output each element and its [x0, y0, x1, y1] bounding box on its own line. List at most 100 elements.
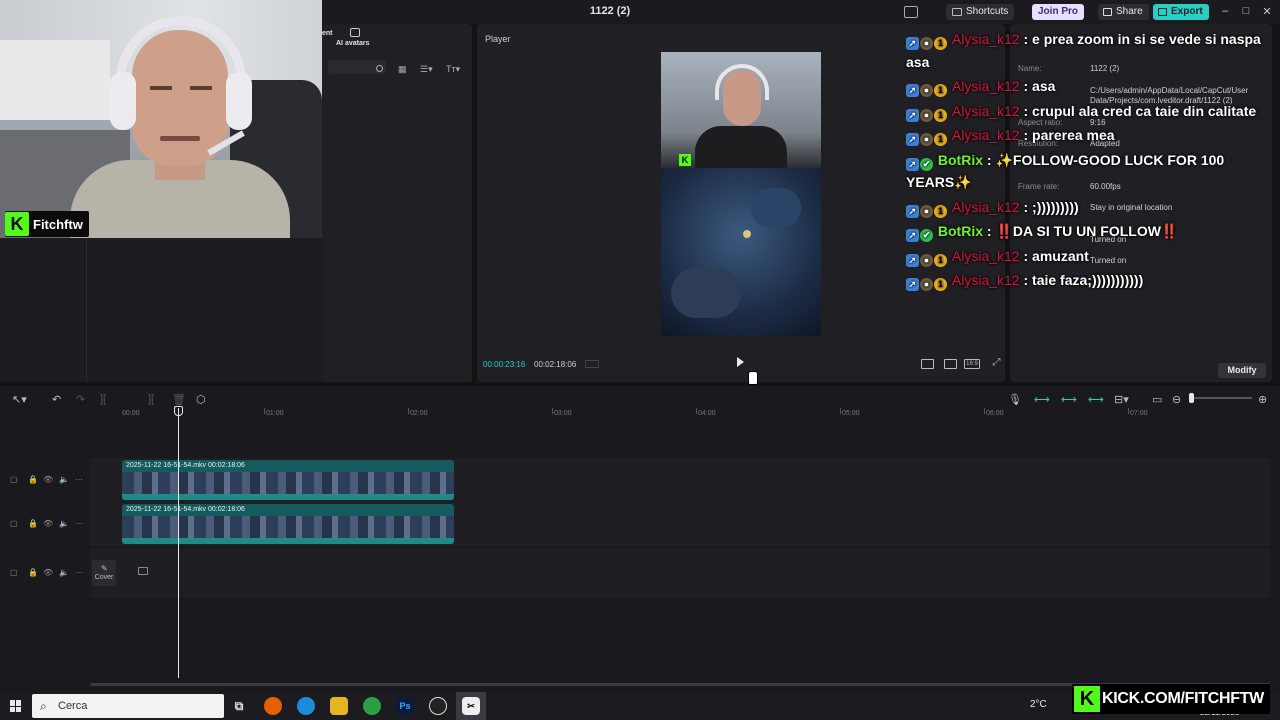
tab-ai-avatars[interactable]: AI avatars [336, 40, 369, 47]
eye-icon[interactable]: 👁 [43, 568, 53, 577]
split-icon[interactable]: ][ [100, 393, 106, 405]
preview-person-body [695, 126, 787, 170]
mic-icon[interactable]: 🎙 [1008, 393, 1022, 406]
refresh-icon[interactable] [376, 65, 383, 72]
volume-icon[interactable]: 🔈 [59, 475, 69, 484]
hand-cursor-icon [748, 371, 758, 385]
maximize-button[interactable]: □ [1239, 5, 1253, 17]
tab-partial[interactable]: ent [322, 30, 333, 37]
coin-badge-icon: ● [920, 253, 933, 267]
track-hide-icon[interactable]: ▢ [10, 519, 18, 528]
ruler-label: 00:00 [122, 410, 140, 417]
layout-icon[interactable] [904, 6, 918, 18]
check-badge-icon: ✔ [920, 157, 933, 171]
filter-icon[interactable]: Tᴛ▾ [446, 64, 460, 75]
edge-icon[interactable] [297, 697, 315, 715]
ruler-tick [552, 408, 553, 414]
share-button[interactable]: Share [1098, 4, 1149, 20]
clip-label: 2025-11-22 16-51-54.mkv 00:02:18:06 [126, 506, 245, 513]
photoshop-icon[interactable]: Ps [396, 697, 414, 715]
eye-icon[interactable]: 👁 [43, 519, 53, 528]
one-badge-icon: 1 [934, 108, 947, 122]
split-right-icon[interactable]: ][ [148, 393, 154, 405]
timecode-icon[interactable] [585, 360, 599, 368]
chat-username: Alysia_k12 [951, 247, 1020, 264]
preview-kick-icon: K [679, 154, 691, 166]
file-explorer-icon[interactable] [330, 697, 348, 715]
preview-axis-icon[interactable]: ⟷ [1088, 393, 1104, 406]
chat-username: Alysia_k12 [951, 31, 1020, 47]
main-track[interactable] [90, 548, 1270, 598]
video-preview[interactable]: K [661, 52, 821, 336]
zoom-out-icon[interactable]: ⊖ [1172, 393, 1181, 406]
link-icon[interactable]: ⟷ [1034, 393, 1050, 406]
export-button[interactable]: Export [1153, 4, 1209, 20]
redo-icon[interactable]: ↷ [76, 393, 85, 406]
zoom-in-icon[interactable]: ⊕ [1258, 393, 1267, 406]
coin-badge-icon: ● [920, 108, 933, 122]
ruler-label: 06:00 [986, 410, 1004, 417]
volume-icon[interactable]: 🔈 [59, 568, 69, 577]
zoom-slider-handle[interactable] [1189, 393, 1194, 403]
chat-username: Alysia_k12 [951, 272, 1020, 288]
pencil-icon: ✎ [101, 564, 108, 573]
windows-start-icon[interactable] [10, 700, 22, 712]
playhead-handle[interactable] [174, 406, 183, 416]
minimize-button[interactable]: – [1218, 5, 1232, 17]
video-clip-2[interactable]: 2025-11-22 16-51-54.mkv 00:02:18:06 [122, 504, 454, 544]
ai-avatar-icon [350, 28, 360, 37]
streamer-name-tag: K Fitchftw [5, 211, 89, 237]
join-pro-button[interactable]: Join Pro [1032, 4, 1085, 20]
weather-temp[interactable]: 2°C [1030, 699, 1047, 710]
chrome-icon[interactable] [363, 697, 381, 715]
sort-icon[interactable]: ☰▾ [420, 64, 433, 75]
cover-button[interactable]: ✎ Cover [92, 560, 116, 586]
shortcuts-button[interactable]: Shortcuts [946, 4, 1015, 20]
ratio-button[interactable]: 16:9 [964, 359, 980, 369]
kick-url-banner: K KICK.COM/FITCHFTW [1072, 684, 1270, 714]
modify-button[interactable]: Modify [1218, 363, 1266, 378]
share-icon [1103, 8, 1112, 16]
zoom-slider[interactable] [1190, 397, 1252, 399]
one-badge-icon: 1 [934, 133, 947, 146]
snap-icon[interactable]: ⟷ [1061, 393, 1077, 406]
select-tool-icon[interactable]: ↖▾ [12, 393, 27, 406]
more-icon[interactable]: ⋯ [75, 475, 83, 484]
eye-icon[interactable]: 👁 [43, 475, 53, 484]
fullscreen-icon[interactable]: ⤢ [990, 358, 1003, 369]
marker-icon[interactable]: ⬡ [196, 393, 206, 406]
track-hide-icon[interactable]: ▢ [10, 568, 18, 577]
quality-icon[interactable] [921, 359, 934, 369]
layout-toggle-icon[interactable]: ⊟▾ [1114, 393, 1129, 406]
grid-view-icon[interactable]: ▦ [398, 64, 407, 75]
chat-username: Alysia_k12 [951, 127, 1020, 143]
taskbar-search-input[interactable]: ⌕ Cerca [32, 694, 224, 718]
headphone-left [110, 72, 136, 130]
coin-badge-icon: ● [920, 84, 933, 97]
snapshot-icon[interactable] [944, 359, 957, 369]
more-icon[interactable]: ⋯ [75, 568, 83, 577]
ruler-label: 02:00 [410, 410, 428, 417]
firefox-icon[interactable] [264, 697, 282, 715]
current-time: 00:00:23:16 [483, 360, 526, 369]
capcut-icon[interactable]: ✂ [462, 697, 480, 715]
delete-icon[interactable]: 🗑 [172, 393, 186, 406]
track-hide-icon[interactable]: ▢ [10, 475, 18, 484]
obs-icon[interactable] [429, 697, 447, 715]
lock-icon[interactable]: 🔒 [28, 475, 38, 484]
fit-icon[interactable]: ▭ [1152, 393, 1162, 406]
ruler-label: 05:00 [842, 410, 860, 417]
undo-icon[interactable]: ↶ [52, 393, 61, 406]
close-button[interactable]: ✕ [1260, 5, 1274, 18]
lock-icon[interactable]: 🔒 [28, 568, 38, 577]
export-icon [1158, 8, 1167, 16]
time-ruler[interactable]: 00:00 01:00 02:00 03:00 04:00 05:00 06:0… [120, 408, 1280, 422]
more-icon[interactable]: ⋯ [75, 519, 83, 528]
task-view-icon[interactable]: ⧉ [230, 697, 248, 715]
video-clip-1[interactable]: 2025-11-22 16-51-54.mkv 00:02:18:06 [122, 460, 454, 500]
playhead[interactable] [178, 408, 179, 678]
play-button[interactable] [737, 357, 744, 367]
lock-icon[interactable]: 🔒 [28, 519, 38, 528]
volume-icon[interactable]: 🔈 [59, 519, 69, 528]
headphone-right [226, 72, 252, 130]
